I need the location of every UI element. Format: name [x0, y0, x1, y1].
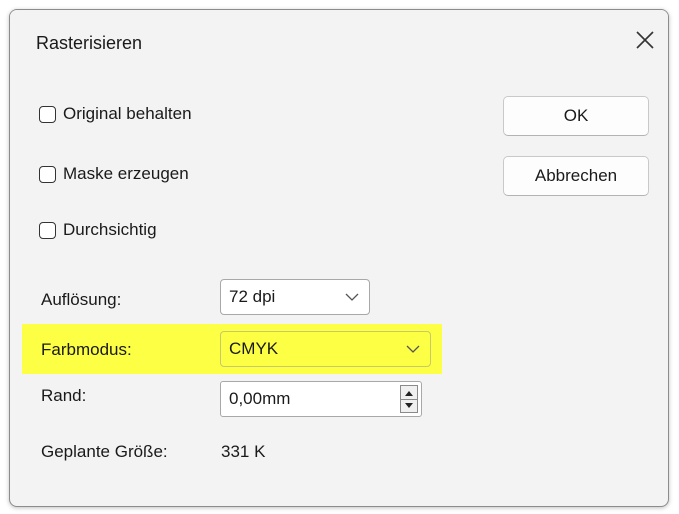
transparent-label: Durchsichtig — [63, 220, 157, 239]
ok-button[interactable]: OK — [503, 96, 649, 136]
keep-original-option[interactable]: Original behalten — [39, 102, 192, 126]
chevron-down-icon — [345, 293, 359, 301]
create-mask-option[interactable]: Maske erzeugen — [39, 162, 189, 186]
margin-label: Rand: — [41, 386, 87, 405]
arrow-down-icon — [405, 402, 413, 408]
keep-original-label: Original behalten — [63, 104, 192, 123]
resolution-label: Auflösung: — [41, 290, 122, 309]
resolution-value: 72 dpi — [229, 287, 276, 306]
margin-spinbox[interactable]: 0,00mm — [220, 381, 422, 417]
keep-original-checkbox[interactable] — [39, 105, 56, 123]
resolution-dropdown[interactable]: 72 dpi — [220, 279, 370, 315]
cancel-button[interactable]: Abbrechen — [503, 156, 649, 196]
arrow-up-icon — [405, 390, 413, 396]
margin-value: 0,00mm — [229, 389, 291, 408]
dialog-title: Rasterisieren — [36, 33, 143, 53]
spin-up-button[interactable] — [401, 386, 417, 400]
spin-down-button[interactable] — [401, 399, 417, 412]
close-icon — [636, 31, 654, 49]
color-mode-dropdown[interactable]: CMYK — [220, 331, 431, 367]
transparent-option[interactable]: Durchsichtig — [39, 218, 157, 242]
color-mode-label: Farbmodus: — [41, 340, 132, 359]
rasterize-dialog: Rasterisieren Original behalten Maske er… — [9, 9, 669, 507]
title-bar: Rasterisieren — [10, 10, 668, 74]
create-mask-checkbox[interactable] — [39, 165, 56, 183]
create-mask-label: Maske erzeugen — [63, 164, 189, 183]
chevron-down-icon — [406, 345, 420, 353]
margin-spin-buttons — [400, 385, 418, 413]
close-button[interactable] — [626, 21, 664, 59]
color-mode-value: CMYK — [229, 339, 279, 358]
planned-size-label: Geplante Größe: — [41, 442, 168, 461]
transparent-checkbox[interactable] — [39, 221, 56, 239]
planned-size-value: 331 K — [221, 442, 266, 461]
